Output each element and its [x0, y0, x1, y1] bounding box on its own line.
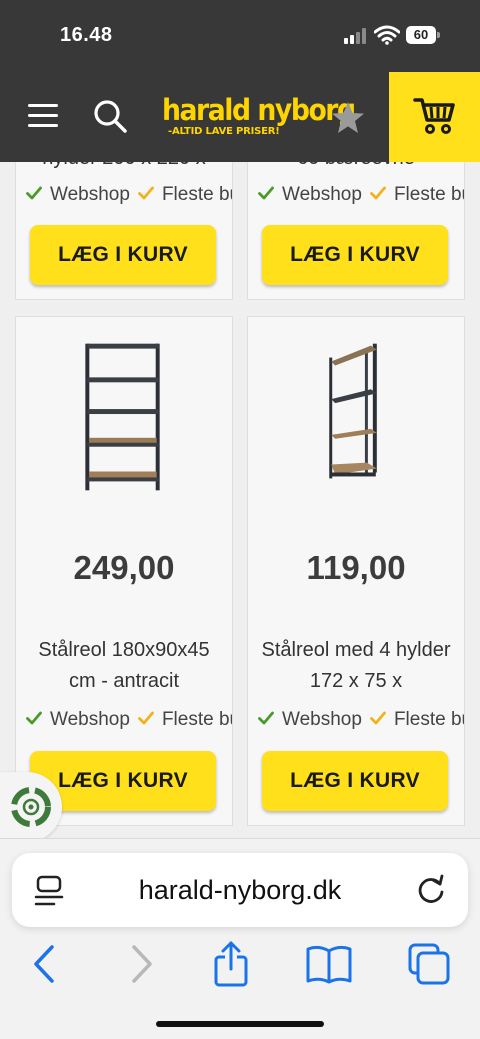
availability-row: Webshop Fleste butikker — [26, 184, 232, 208]
status-bar: 16.48 60 — [0, 0, 480, 72]
check-icon — [258, 711, 274, 725]
availability-stores: Fleste butikker — [393, 184, 464, 205]
share-icon[interactable] — [206, 941, 256, 987]
bookmarks-icon[interactable] — [304, 941, 354, 987]
wifi-icon — [374, 25, 400, 45]
availability-webshop: Webshop — [282, 184, 362, 205]
availability-stores: Fleste butikker — [161, 184, 232, 205]
reload-icon[interactable] — [414, 873, 448, 907]
product-card[interactable]: 60 bæreevne Webshop Fleste butikker LÆG I… — [247, 162, 465, 300]
logo-name: harald nyborg — [162, 93, 356, 127]
product-price: 119,00 — [306, 549, 406, 586]
availability-webshop: Webshop — [50, 184, 130, 205]
add-to-cart-button[interactable]: LÆG I KURV — [262, 225, 448, 285]
eco-badge[interactable] — [0, 772, 62, 842]
check-icon — [26, 186, 42, 200]
tabs-icon[interactable] — [404, 941, 454, 987]
product-grid: hylder 200 x 220 x Webshop Fleste butikke… — [0, 162, 480, 850]
back-icon[interactable] — [20, 941, 70, 987]
star-icon[interactable] — [330, 100, 366, 136]
site-header: harald nyborg -ALTID LAVE PRISER! — [0, 72, 480, 162]
url-text[interactable]: harald-nyborg.dk — [12, 853, 468, 927]
logo-tagline: -ALTID LAVE PRISER! — [168, 126, 280, 137]
product-card[interactable]: hylder 200 x 220 x Webshop Fleste butikke… — [15, 162, 233, 300]
cellular-signal-icon — [344, 28, 368, 44]
product-card[interactable]: 249,00 Stålreol 180x90x45 cm - antracit … — [15, 316, 233, 826]
availability-stores: Fleste butikker — [393, 709, 464, 730]
availability-row: Webshop Fleste butikker — [258, 184, 464, 208]
check-icon — [26, 711, 42, 725]
forward-icon[interactable] — [116, 941, 166, 987]
check-icon — [258, 186, 274, 200]
product-title[interactable]: Stålreol med 4 hylder 172 x 75 x — [256, 635, 456, 697]
check-icon — [138, 711, 154, 725]
status-time: 16.48 — [60, 24, 113, 46]
home-indicator[interactable] — [156, 1021, 324, 1027]
site-logo[interactable]: harald nyborg -ALTID LAVE PRISER! — [162, 93, 356, 142]
add-to-cart-button[interactable]: LÆG I KURV — [30, 225, 216, 285]
browser-toolbar: harald-nyborg.dk — [0, 838, 480, 1039]
product-image[interactable] — [248, 339, 464, 495]
product-title: 60 bæreevne — [248, 162, 464, 173]
availability-webshop: Webshop — [50, 709, 130, 730]
menu-icon[interactable] — [28, 104, 62, 130]
cart-button[interactable] — [389, 72, 480, 162]
availability-stores: Fleste butikker — [161, 709, 232, 730]
eco-badge-icon — [11, 787, 51, 827]
product-title[interactable]: Stålreol 180x90x45 cm - antracit — [24, 635, 224, 697]
availability-webshop: Webshop — [282, 709, 362, 730]
battery-level: 60 — [406, 26, 436, 44]
availability-row: Webshop Fleste butikker — [26, 709, 232, 733]
battery-icon: 60 — [406, 26, 440, 44]
check-icon — [370, 186, 386, 200]
search-icon[interactable] — [92, 98, 128, 134]
check-icon — [138, 186, 154, 200]
address-bar[interactable]: harald-nyborg.dk — [12, 853, 468, 927]
add-to-cart-button[interactable]: LÆG I KURV — [262, 751, 448, 811]
availability-row: Webshop Fleste butikker — [258, 709, 464, 733]
product-title: hylder 200 x 220 x — [16, 162, 232, 173]
product-image[interactable] — [16, 339, 232, 495]
product-card[interactable]: 119,00 Stålreol med 4 hylder 172 x 75 x … — [247, 316, 465, 826]
check-icon — [370, 711, 386, 725]
cart-icon — [413, 98, 455, 134]
product-price: 249,00 — [73, 549, 175, 586]
